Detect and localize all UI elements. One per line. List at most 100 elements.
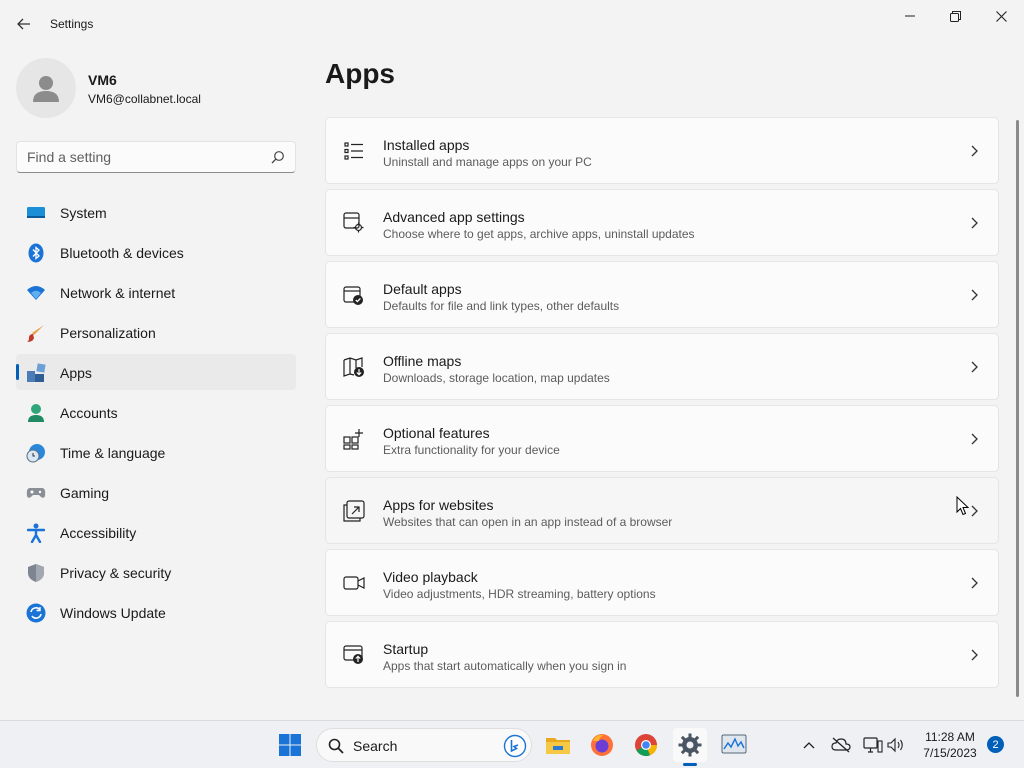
card-title: Installed apps (383, 137, 470, 153)
sidebar-item-apps[interactable]: Apps (16, 354, 296, 390)
optional-features-card[interactable]: Optional features Extra functionality fo… (325, 405, 999, 472)
video-icon (343, 572, 365, 594)
default-apps-card[interactable]: Default apps Defaults for file and link … (325, 261, 999, 328)
video-playback-card[interactable]: Video playback Video adjustments, HDR st… (325, 549, 999, 616)
chevron-right-icon (971, 145, 978, 157)
close-button[interactable] (978, 0, 1024, 32)
back-button[interactable] (10, 10, 38, 38)
offline-maps-card[interactable]: Offline maps Downloads, storage location… (325, 333, 999, 400)
sidebar-item-label: Privacy & security (60, 565, 172, 581)
map-download-icon (343, 356, 365, 378)
card-subtitle: Defaults for file and link types, other … (383, 299, 620, 313)
avatar[interactable] (16, 58, 76, 118)
card-title: Advanced app settings (383, 209, 525, 225)
search-icon (328, 738, 344, 754)
restore-button[interactable] (932, 0, 978, 32)
clock-time[interactable]: 11:28 AM (920, 730, 980, 744)
settings-taskbar-button[interactable] (673, 728, 707, 762)
volume-button[interactable] (885, 734, 907, 756)
monitor-icon (26, 203, 46, 223)
search-input[interactable] (27, 142, 267, 172)
sidebar-item-time-language[interactable]: Time & language (16, 434, 296, 470)
add-feature-icon (343, 428, 365, 450)
content-scrollbar[interactable] (1016, 120, 1019, 697)
card-subtitle: Choose where to get apps, archive apps, … (383, 227, 695, 241)
sidebar-item-personalization[interactable]: Personalization (16, 314, 296, 350)
card-subtitle: Extra functionality for your device (383, 443, 560, 457)
taskbar-search[interactable]: Search (316, 728, 532, 762)
chevron-right-icon (971, 649, 978, 661)
sidebar-item-system[interactable]: System (16, 194, 296, 230)
page-title: Apps (325, 58, 395, 89)
chevron-right-icon (971, 577, 978, 589)
task-manager-button[interactable] (717, 728, 751, 762)
bing-icon (503, 734, 527, 758)
startup-card[interactable]: Startup Apps that start automatically wh… (325, 621, 999, 688)
firefox-icon (591, 734, 613, 756)
default-apps-icon (343, 284, 365, 306)
clock-date[interactable]: 7/15/2023 (918, 746, 982, 760)
card-title: Startup (383, 641, 429, 657)
file-explorer-button[interactable] (541, 728, 575, 762)
card-title: Default apps (383, 281, 462, 297)
firefox-button[interactable] (585, 728, 619, 762)
card-subtitle: Apps that start automatically when you s… (383, 659, 627, 673)
search-icon[interactable] (271, 150, 285, 164)
settings-card-list: Installed apps Uninstall and manage apps… (325, 117, 999, 693)
accessibility-icon (26, 523, 46, 543)
minimize-button[interactable] (887, 0, 933, 32)
active-app-indicator (683, 763, 697, 766)
mouse-cursor-icon (956, 496, 970, 516)
minimize-icon (905, 15, 915, 17)
onedrive-button[interactable] (830, 734, 852, 756)
update-icon (26, 603, 46, 623)
sidebar-item-bluetooth[interactable]: Bluetooth & devices (16, 234, 296, 270)
user-email: VM6@collabnet.local (88, 92, 201, 106)
sidebar-item-label: Network & internet (60, 285, 176, 301)
restore-icon (949, 10, 961, 22)
card-title: Offline maps (383, 353, 462, 369)
volume-icon (887, 737, 903, 753)
show-hidden-icons-button[interactable] (798, 734, 820, 756)
title-bar: Settings (0, 0, 1024, 48)
start-button[interactable] (273, 728, 307, 762)
notification-badge[interactable]: 2 (987, 736, 1004, 753)
apps-icon (26, 363, 46, 383)
shield-icon (26, 563, 46, 583)
card-subtitle: Video adjustments, HDR streaming, batter… (383, 587, 656, 601)
sidebar-item-network[interactable]: Network & internet (16, 274, 296, 310)
sidebar-item-label: Gaming (60, 485, 110, 501)
card-subtitle: Websites that can open in an app instead… (383, 515, 673, 529)
wifi-icon (26, 283, 46, 303)
network-button[interactable] (862, 734, 884, 756)
sidebar-item-gaming[interactable]: Gaming (16, 474, 296, 510)
window-title: Settings (50, 17, 94, 31)
sidebar-item-privacy-security[interactable]: Privacy & security (16, 554, 296, 590)
globe-clock-icon (26, 443, 46, 463)
person-icon (33, 76, 59, 102)
card-title: Apps for websites (383, 497, 494, 513)
settings-search-box[interactable] (16, 141, 296, 173)
advanced-app-settings-card[interactable]: Advanced app settings Choose where to ge… (325, 189, 999, 256)
list-icon (343, 140, 365, 162)
bluetooth-icon (26, 243, 46, 263)
sidebar-item-windows-update[interactable]: Windows Update (16, 594, 296, 630)
chevron-up-icon (803, 742, 815, 749)
card-subtitle: Downloads, storage location, map updates (383, 371, 610, 385)
chevron-right-icon (971, 289, 978, 301)
sidebar-item-label: Accessibility (60, 525, 137, 541)
apps-for-websites-card[interactable]: Apps for websites Websites that can open… (325, 477, 999, 544)
sidebar-item-accessibility[interactable]: Accessibility (16, 514, 296, 550)
brush-icon (26, 323, 46, 343)
installed-apps-card[interactable]: Installed apps Uninstall and manage apps… (325, 117, 999, 184)
card-title: Video playback (383, 569, 478, 585)
sidebar-item-label: Apps (60, 365, 92, 381)
app-settings-icon (343, 212, 365, 234)
sidebar-item-label: System (60, 205, 107, 221)
sidebar-item-label: Accounts (60, 405, 118, 421)
sidebar-item-label: Personalization (60, 325, 156, 341)
sidebar-item-accounts[interactable]: Accounts (16, 394, 296, 430)
chrome-button[interactable] (629, 728, 663, 762)
settings-icon (678, 733, 702, 757)
start-icon (279, 734, 301, 756)
